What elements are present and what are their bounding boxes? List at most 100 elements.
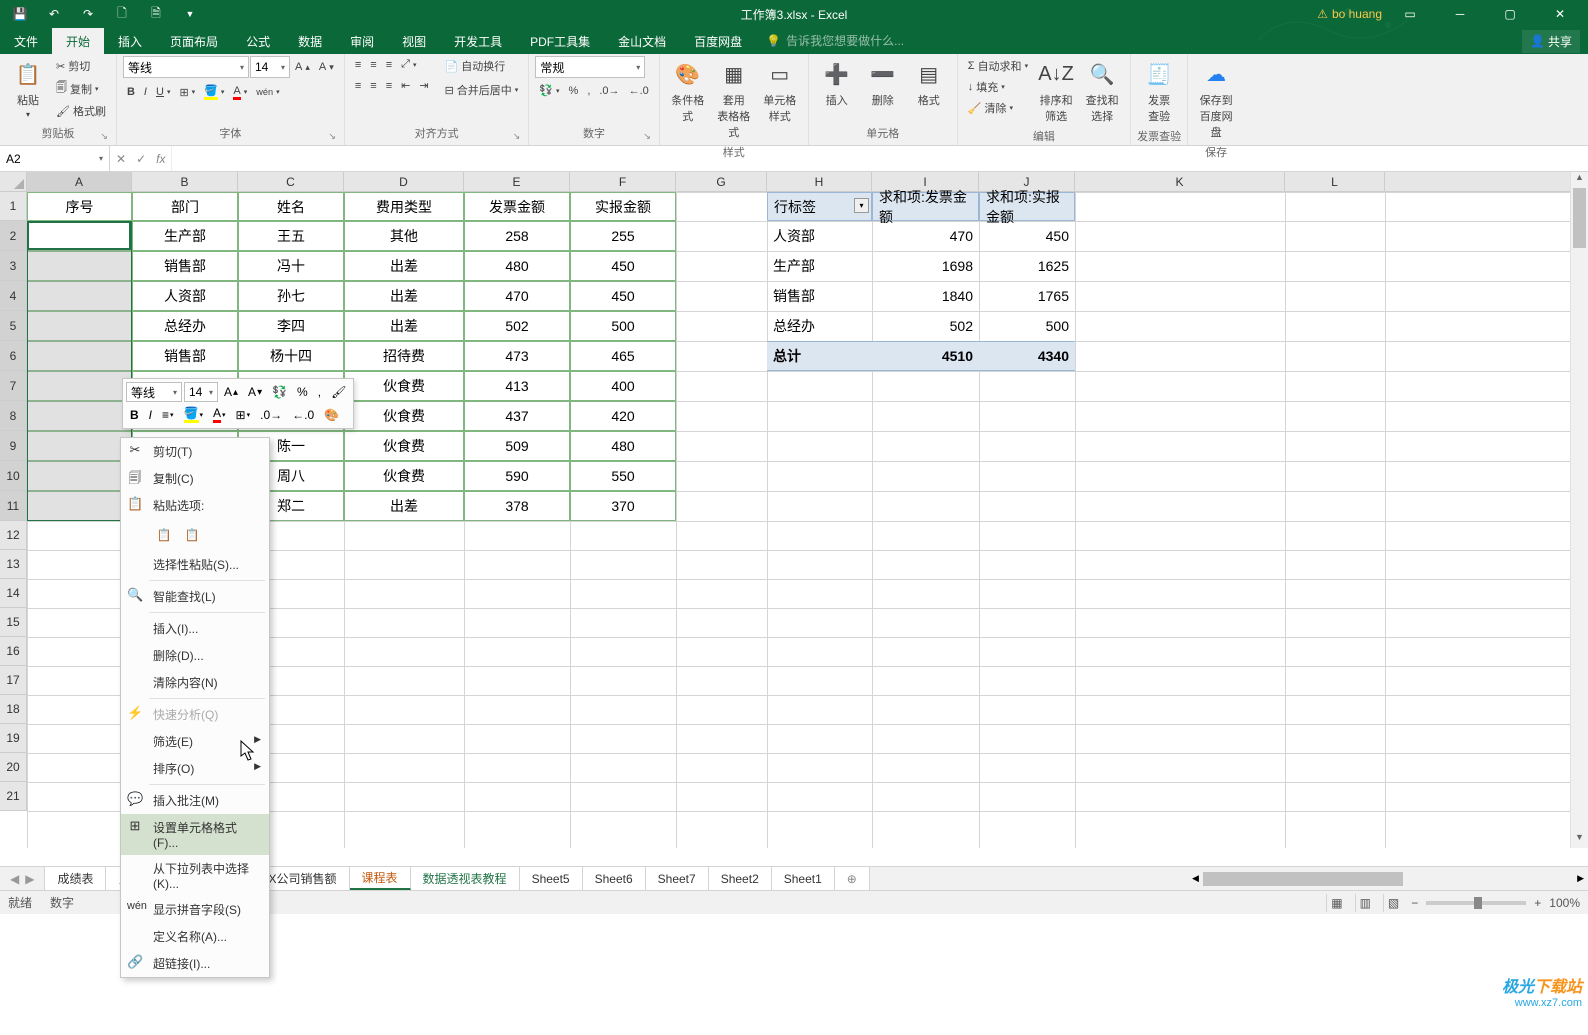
align-center-icon[interactable]: ≡ [366, 78, 380, 94]
paste-button[interactable]: 📋粘贴▾ [6, 56, 50, 121]
sheet-nav[interactable]: ◀▶ [0, 867, 45, 890]
qat-icon-1[interactable]: 🗋 [106, 2, 138, 26]
data-cell[interactable]: 销售部 [132, 251, 238, 281]
ctx-paste-special[interactable]: 选择性粘贴(S)... [121, 551, 269, 578]
close-icon[interactable]: ✕ [1538, 0, 1582, 28]
font-name-combo[interactable]: 等线▾ [123, 56, 249, 78]
paste-option-default-icon[interactable]: 📋 [153, 523, 175, 547]
pivot-value-cell[interactable]: 450 [979, 221, 1075, 251]
data-cell[interactable]: 王五 [238, 221, 344, 251]
data-cell[interactable]: 480 [570, 431, 676, 461]
column-header[interactable]: D [344, 172, 464, 191]
sheet-tab[interactable]: Sheet5 [520, 867, 583, 890]
scroll-down-icon[interactable]: ▼ [1571, 832, 1588, 848]
data-cell[interactable]: 413 [464, 371, 570, 401]
select-all-button[interactable] [0, 172, 27, 192]
vscroll-thumb[interactable] [1573, 188, 1586, 248]
tab-view[interactable]: 视图 [388, 28, 440, 54]
minimize-icon[interactable]: ─ [1438, 0, 1482, 28]
mini-dec-decimal-icon[interactable]: ←.0 [288, 406, 318, 424]
orientation-icon[interactable]: ⤢▾ [397, 56, 420, 73]
sheet-tab[interactable]: 课程表 [350, 867, 411, 890]
redo-icon[interactable]: ↷ [72, 2, 104, 26]
data-cell[interactable]: 258 [464, 221, 570, 251]
mini-more-icon[interactable]: 🎨 [320, 406, 343, 424]
font-launcher-icon[interactable]: ↘ [328, 131, 336, 142]
tab-pdf-tools[interactable]: PDF工具集 [516, 28, 604, 54]
increase-font-icon[interactable]: A▴ [291, 59, 314, 75]
column-header[interactable]: L [1285, 172, 1385, 191]
tell-me-input[interactable] [786, 34, 926, 48]
row-header[interactable]: 15 [0, 608, 26, 637]
save-icon[interactable]: 💾 [4, 2, 36, 26]
fx-icon[interactable]: fx [156, 152, 165, 166]
data-cell[interactable]: 其他 [344, 221, 464, 251]
data-cell[interactable]: 473 [464, 341, 570, 371]
add-sheet-button[interactable]: ⊕ [835, 867, 870, 890]
row-header[interactable]: 1 [0, 192, 26, 221]
column-header[interactable]: B [132, 172, 238, 191]
pivot-value-cell[interactable]: 500 [979, 311, 1075, 341]
delete-cells-button[interactable]: ➖删除 [861, 56, 905, 110]
mini-italic-icon[interactable]: I [145, 406, 156, 424]
name-box[interactable]: A2▾ [0, 146, 110, 171]
column-header[interactable]: C [238, 172, 344, 191]
mini-decrease-font-icon[interactable]: A▾ [244, 383, 266, 401]
tell-me-search[interactable]: 💡 [766, 28, 926, 54]
format-as-table-button[interactable]: ▦套用 表格格式 [712, 56, 756, 142]
cut-button[interactable]: ✂剪切 [52, 56, 110, 76]
row-header[interactable]: 21 [0, 782, 26, 811]
formula-input[interactable] [172, 146, 1588, 171]
row-header[interactable]: 11 [0, 491, 26, 521]
pivot-value-cell[interactable]: 1698 [872, 251, 979, 281]
pivot-row-label-cell[interactable]: 销售部 [767, 281, 872, 311]
row-header[interactable]: 17 [0, 666, 26, 695]
format-painter-button[interactable]: 🖌格式刷 [52, 101, 110, 121]
data-cell[interactable]: 378 [464, 491, 570, 521]
data-cell[interactable]: 480 [464, 251, 570, 281]
mini-bold-icon[interactable]: B [126, 406, 143, 424]
ctx-copy[interactable]: 🗐复制(C) [121, 465, 269, 492]
ribbon-options-icon[interactable]: ▭ [1388, 0, 1432, 28]
format-cells-button[interactable]: ▤格式 [907, 56, 951, 110]
ctx-hyperlink[interactable]: 🔗超链接(I)... [121, 950, 269, 977]
ctx-filter[interactable]: 筛选(E)▶ [121, 728, 269, 755]
data-cell[interactable]: 450 [570, 251, 676, 281]
row-header[interactable]: 8 [0, 401, 26, 431]
mini-increase-font-icon[interactable]: A▴ [220, 383, 242, 401]
mini-comma-icon[interactable]: , [314, 383, 325, 401]
increase-indent-icon[interactable]: ⇥ [415, 77, 432, 94]
align-left-icon[interactable]: ≡ [351, 78, 365, 94]
data-cell[interactable]: 590 [464, 461, 570, 491]
data-cell[interactable]: 冯十 [238, 251, 344, 281]
row-header[interactable]: 5 [0, 311, 26, 341]
hscroll-right-icon[interactable]: ▶ [1573, 873, 1588, 884]
view-normal-icon[interactable]: ▦ [1326, 894, 1346, 912]
zoom-thumb[interactable] [1474, 897, 1482, 909]
ctx-smart-lookup[interactable]: 🔍智能查找(L) [121, 583, 269, 610]
mini-align-icon[interactable]: ≡▾ [158, 406, 178, 424]
align-top-icon[interactable]: ≡ [351, 57, 365, 73]
data-cell[interactable]: 470 [464, 281, 570, 311]
data-cell[interactable]: 550 [570, 461, 676, 491]
tab-file[interactable]: 文件 [0, 28, 52, 54]
insert-cells-button[interactable]: ➕插入 [815, 56, 859, 110]
data-cell[interactable]: 出差 [344, 281, 464, 311]
hscroll-left-icon[interactable]: ◀ [1188, 873, 1203, 884]
confirm-formula-icon[interactable]: ✓ [136, 152, 146, 166]
decrease-indent-icon[interactable]: ⇤ [397, 77, 414, 94]
data-header-cell[interactable]: 序号 [27, 192, 132, 221]
pivot-value-cell[interactable]: 470 [872, 221, 979, 251]
autosum-button[interactable]: Σ 自动求和▾ [964, 56, 1032, 76]
pivot-value-cell[interactable]: 1765 [979, 281, 1075, 311]
mini-percent-icon[interactable]: % [293, 383, 312, 401]
view-page-break-icon[interactable]: ▧ [1383, 894, 1403, 912]
pivot-row-label-cell[interactable]: 人资部 [767, 221, 872, 251]
tab-review[interactable]: 审阅 [336, 28, 388, 54]
data-cell[interactable]: 500 [570, 311, 676, 341]
row-header[interactable]: 13 [0, 550, 26, 579]
column-header[interactable]: A [27, 172, 132, 191]
sheet-prev-icon[interactable]: ◀ [10, 872, 19, 886]
save-baidu-button[interactable]: ☁保存到 百度网盘 [1194, 56, 1238, 142]
number-launcher-icon[interactable]: ↘ [643, 131, 651, 142]
